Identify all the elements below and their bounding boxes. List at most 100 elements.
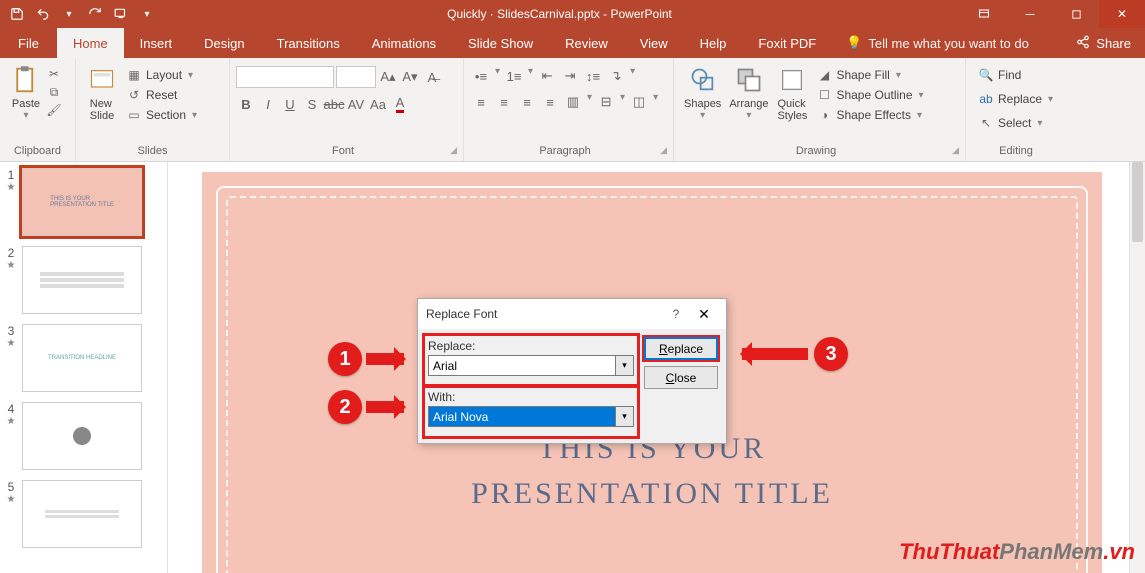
dialog-close-button[interactable]: ✕ <box>690 306 718 323</box>
font-name-combo[interactable] <box>236 66 334 88</box>
justify-icon[interactable]: ≡ <box>539 92 561 112</box>
select-button[interactable]: ↖Select▾ <box>974 112 1048 134</box>
shapes-button[interactable]: Shapes▾ <box>680 62 725 123</box>
minimize-button[interactable]: ─ <box>1007 0 1053 28</box>
slide-thumbnail-panel[interactable]: 1★ THIS IS YOURPRESENTATION TITLE 2★ 3★ … <box>0 162 168 573</box>
align-right-icon[interactable]: ≡ <box>516 92 538 112</box>
format-painter-icon[interactable]: 🖌 <box>46 102 62 118</box>
dialog-close-button-2[interactable]: Close <box>644 366 718 389</box>
share-button[interactable]: Share <box>1062 28 1145 58</box>
ribbon-display-icon[interactable] <box>961 0 1007 28</box>
smartart-icon[interactable]: ◫ <box>628 92 650 112</box>
section-button[interactable]: ▭Section▾ <box>122 106 203 124</box>
numbering-icon[interactable]: 1≡ <box>503 66 525 86</box>
thumb-number: 1 <box>8 168 15 182</box>
tab-animations[interactable]: Animations <box>356 28 452 58</box>
tab-slideshow[interactable]: Slide Show <box>452 28 549 58</box>
layout-button[interactable]: ▦Layout▾ <box>122 66 203 84</box>
align-left-icon[interactable]: ≡ <box>470 92 492 112</box>
annotation-badge-1: 1 <box>328 342 362 376</box>
decrease-indent-icon[interactable]: ⇤ <box>536 66 558 86</box>
slide-title-line2: PRESENTATION TITLE <box>471 477 833 511</box>
tab-insert[interactable]: Insert <box>124 28 189 58</box>
tab-file[interactable]: File <box>0 28 57 58</box>
dialog-replace-button[interactable]: Replace <box>644 337 718 360</box>
thumb-3[interactable]: 3★ TRANSITION HEADLINE <box>4 324 159 392</box>
shadow-icon[interactable]: S <box>302 94 322 114</box>
tell-me[interactable]: 💡 Tell me what you want to do <box>832 28 1043 58</box>
vertical-scrollbar[interactable] <box>1129 162 1145 573</box>
char-spacing-icon[interactable]: AV <box>346 94 366 114</box>
new-slide-button[interactable]: New Slide <box>82 62 122 124</box>
clear-formatting-icon[interactable]: A̶ <box>422 67 442 87</box>
maximize-button[interactable] <box>1053 0 1099 28</box>
bold-icon[interactable]: B <box>236 94 256 114</box>
find-button[interactable]: 🔍Find <box>974 64 1025 86</box>
thumb-5[interactable]: 5★ <box>4 480 159 548</box>
reset-button[interactable]: ↺Reset <box>122 86 203 104</box>
undo-dropdown-icon[interactable]: ▾ <box>58 3 80 25</box>
bullets-icon[interactable]: •≡ <box>470 66 492 86</box>
cut-icon[interactable]: ✂ <box>46 66 62 82</box>
chevron-down-icon[interactable]: ▾ <box>616 406 634 427</box>
underline-icon[interactable]: U <box>280 94 300 114</box>
with-combo[interactable]: Arial Nova ▾ <box>428 406 634 427</box>
paste-button[interactable]: Paste ▾ <box>6 62 46 123</box>
change-case-icon[interactable]: Aa <box>368 94 388 114</box>
group-drawing: Shapes▾ Arrange▾ Quick Styles ◢Shape Fil… <box>674 58 966 161</box>
annotation-arrow-1 <box>366 353 404 365</box>
replace-combo[interactable]: Arial ▾ <box>428 355 634 376</box>
shape-effects-button[interactable]: ◑Shape Effects▾ <box>812 106 929 124</box>
tab-home[interactable]: Home <box>57 28 124 58</box>
quick-styles-label: Quick Styles <box>777 98 807 122</box>
copy-icon[interactable]: ⧉ <box>46 84 62 100</box>
dialog-help-button[interactable]: ? <box>662 307 690 321</box>
shape-fill-button[interactable]: ◢Shape Fill▾ <box>812 66 929 84</box>
tab-review[interactable]: Review <box>549 28 624 58</box>
tab-design[interactable]: Design <box>188 28 260 58</box>
italic-icon[interactable]: I <box>258 94 278 114</box>
tab-help[interactable]: Help <box>684 28 743 58</box>
undo-icon[interactable] <box>32 3 54 25</box>
align-text-icon[interactable]: ⊟ <box>595 92 617 112</box>
decrease-font-icon[interactable]: A▾ <box>400 67 420 87</box>
group-label: Drawing <box>796 145 836 157</box>
arrange-button[interactable]: Arrange▾ <box>725 62 772 123</box>
redo-icon[interactable] <box>84 3 106 25</box>
quick-access-toolbar: ▾ ▾ <box>0 3 158 25</box>
start-from-beginning-icon[interactable] <box>110 3 132 25</box>
paste-dropdown-icon[interactable]: ▾ <box>21 110 30 121</box>
text-direction-icon[interactable]: ↴ <box>605 66 627 86</box>
reset-label: Reset <box>146 88 177 102</box>
shape-outline-button[interactable]: ☐Shape Outline▾ <box>812 86 929 104</box>
thumb-1[interactable]: 1★ THIS IS YOURPRESENTATION TITLE <box>4 168 159 236</box>
thumb-2[interactable]: 2★ <box>4 246 159 314</box>
arrange-icon <box>733 64 765 96</box>
tab-view[interactable]: View <box>624 28 684 58</box>
font-color-icon[interactable]: A <box>390 94 410 114</box>
font-size-combo[interactable] <box>336 66 376 88</box>
line-spacing-icon[interactable]: ↕≡ <box>582 66 604 86</box>
replace-button[interactable]: abReplace▾ <box>974 88 1059 110</box>
window-title: Quickly · SlidesCarnival.pptx - PowerPoi… <box>158 7 961 21</box>
strikethrough-icon[interactable]: abc <box>324 94 344 114</box>
thumb-4[interactable]: 4★ <box>4 402 159 470</box>
close-button[interactable]: ✕ <box>1099 0 1145 28</box>
ribbon-tabs: File Home Insert Design Transitions Anim… <box>0 28 1145 58</box>
shape-effects-label: Shape Effects <box>836 108 911 122</box>
chevron-down-icon[interactable]: ▾ <box>616 355 634 376</box>
with-value: Arial Nova <box>428 406 616 427</box>
save-icon[interactable] <box>6 3 28 25</box>
tab-foxit[interactable]: Foxit PDF <box>742 28 832 58</box>
new-slide-label: New Slide <box>90 98 114 122</box>
replace-icon: ab <box>978 91 994 107</box>
columns-icon[interactable]: ▥ <box>562 92 584 112</box>
align-center-icon[interactable]: ≡ <box>493 92 515 112</box>
increase-indent-icon[interactable]: ⇥ <box>559 66 581 86</box>
quick-styles-button[interactable]: Quick Styles <box>772 62 812 124</box>
dialog-titlebar[interactable]: Replace Font ? ✕ <box>418 299 726 329</box>
qat-customize-icon[interactable]: ▾ <box>136 3 158 25</box>
replace-font-dialog: Replace Font ? ✕ Replace: Arial ▾ With: … <box>417 298 727 444</box>
tab-transitions[interactable]: Transitions <box>261 28 356 58</box>
increase-font-icon[interactable]: A▴ <box>378 67 398 87</box>
